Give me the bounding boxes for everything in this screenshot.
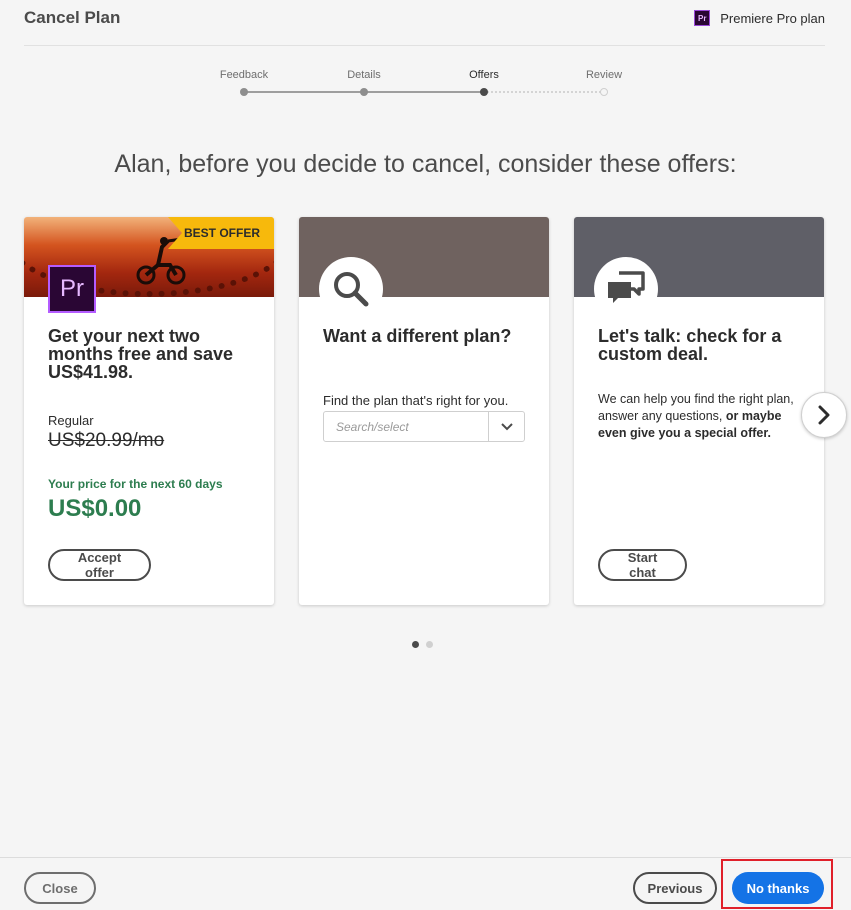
header: Cancel Plan Pr Premiere Pro plan [0, 0, 851, 46]
step-connector [244, 91, 364, 93]
plan-search-label: Find the plan that's right for you. [323, 393, 509, 408]
step-feedback-dot [240, 88, 248, 96]
highlight-annotation [721, 859, 833, 909]
best-offer-ribbon: BEST OFFER [168, 217, 274, 249]
start-chat-button[interactable]: Start chat [598, 549, 687, 581]
step-details-dot [360, 88, 368, 96]
previous-button[interactable]: Previous [633, 872, 717, 904]
premiere-pro-logo: Pr [48, 265, 96, 313]
plan-search-placeholder: Search/select [336, 420, 409, 434]
step-offers-label: Offers [469, 69, 499, 81]
plan-indicator: Pr Premiere Pro plan [694, 10, 825, 26]
step-details-label: Details [347, 69, 381, 81]
offer-card-free-months: BEST OFFER Pr Get your next two months f… [24, 217, 274, 605]
close-button[interactable]: Close [24, 872, 96, 904]
promo-price: US$0.00 [48, 495, 142, 522]
header-divider [24, 45, 825, 46]
step-offers-dot [480, 88, 488, 96]
offers-headline: Alan, before you decide to cancel, consi… [114, 150, 737, 178]
page-title: Cancel Plan [24, 8, 121, 27]
chevron-down-icon[interactable] [488, 412, 524, 441]
carousel-pagination [412, 641, 433, 648]
promo-price-label: Your price for the next 60 days [48, 477, 223, 491]
regular-price-label: Regular [48, 413, 94, 428]
premiere-pro-icon: Pr [694, 10, 711, 26]
plan-card-title: Want a different plan? [323, 326, 512, 346]
regular-price: US$20.99/mo [48, 430, 165, 451]
search-icon [319, 257, 383, 321]
offer-card-custom-deal: Let's talk: check for a custom deal. We … [574, 217, 824, 605]
offer-card-different-plan: Want a different plan? Find the plan tha… [299, 217, 549, 605]
step-review-dot [600, 88, 608, 96]
step-connector [364, 91, 484, 93]
carousel-dot-2[interactable] [426, 641, 433, 648]
chevron-right-icon [818, 405, 830, 425]
progress-stepper: Feedback Details Offers Review [0, 64, 851, 104]
step-feedback-label: Feedback [219, 69, 269, 81]
plan-search-select[interactable]: Search/select [323, 411, 525, 442]
offer-title: Get your next two months free and save U… [48, 326, 234, 382]
step-review-label: Review [585, 69, 623, 81]
chat-bubbles-icon [594, 257, 658, 321]
talk-card-title: Let's talk: check for a custom deal. [598, 326, 782, 364]
carousel-dot-1[interactable] [412, 641, 419, 648]
plan-name: Premiere Pro plan [720, 10, 825, 26]
carousel-next-button[interactable] [801, 392, 847, 438]
step-connector-pending [484, 91, 604, 93]
accept-offer-button[interactable]: Accept offer [48, 549, 151, 581]
talk-description: We can help you find the right plan, ans… [598, 391, 808, 442]
